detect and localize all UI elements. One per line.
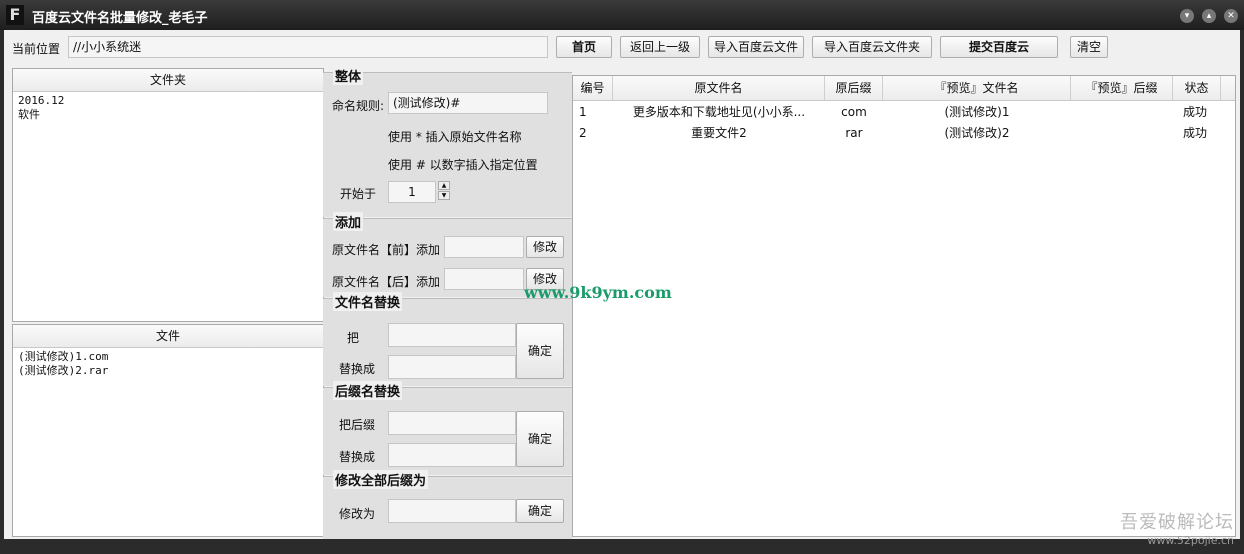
import-file-button[interactable]: 导入百度云文件 (708, 36, 804, 58)
submit-button[interactable]: 提交百度云 (940, 36, 1058, 58)
location-input[interactable]: //小小系统迷 (68, 36, 548, 58)
hint-number: 使用 # 以数字插入指定位置 (388, 158, 538, 172)
location-label: 当前位置 (12, 42, 61, 56)
col-status[interactable]: 状态 (1173, 76, 1221, 100)
ext-replace-title: 后缀名替换 (333, 381, 403, 400)
cell-index: 2 (579, 126, 587, 140)
ext-all-confirm-button[interactable]: 确定 (516, 499, 564, 523)
cell-original-name: 重要文件2 (691, 126, 747, 140)
prefix-add-input[interactable] (444, 236, 524, 258)
minimize-icon[interactable]: ▾ (1180, 9, 1194, 23)
cell-preview-ext (1071, 102, 1173, 123)
naming-rule-input[interactable]: (测试修改)# (388, 92, 548, 114)
suffix-add-label: 原文件名【后】添加 (332, 275, 441, 289)
prefix-add-label: 原文件名【前】添加 (332, 243, 441, 257)
folder-item[interactable]: 2016.12 (18, 94, 318, 108)
col-original-name[interactable]: 原文件名 (613, 76, 825, 100)
ext-all-title: 修改全部后缀为 (333, 470, 429, 489)
cell-preview-name: (测试修改)1 (944, 105, 1010, 119)
replace-to-label: 替换成 (339, 362, 376, 376)
corner-logo: 吾爱破解论坛 www.52pojie.cn (1120, 508, 1234, 547)
start-at-input[interactable]: 1 (388, 181, 436, 203)
ext-all-label: 修改为 (339, 507, 376, 521)
overall-group-title: 整体 (333, 66, 364, 85)
overall-group: 整体 命名规则: (测试修改)# 使用 * 插入原始文件名称 使用 # 以数字插… (323, 66, 572, 217)
file-panel: 文件 (测试修改)1.com (测试修改)2.rar (12, 324, 324, 537)
window-title: 百度云文件名批量修改_老毛子 (32, 11, 208, 26)
cell-status: 成功 (1183, 126, 1208, 140)
folder-panel: 文件夹 2016.12 软件 (12, 68, 324, 322)
spin-up-icon[interactable]: ▲ (438, 181, 450, 190)
replace-from-input[interactable] (388, 323, 516, 347)
ext-confirm-button[interactable]: 确定 (516, 411, 564, 467)
maximize-icon[interactable]: ▴ (1202, 9, 1216, 23)
start-at-label: 开始于 (340, 187, 377, 201)
folder-panel-header: 文件夹 (13, 69, 323, 92)
table-row[interactable]: 2 重要文件2 rar (测试修改)2 成功 (573, 123, 1235, 144)
add-group-title: 添加 (333, 212, 364, 231)
ext-to-label: 替换成 (339, 450, 376, 464)
import-folder-button[interactable]: 导入百度云文件夹 (812, 36, 932, 58)
ext-to-input[interactable] (388, 443, 516, 467)
ext-from-input[interactable] (388, 411, 516, 435)
naming-rule-label: 命名规则: (332, 99, 385, 113)
cell-original-ext: rar (845, 126, 863, 140)
corner-logo-title: 吾爱破解论坛 (1120, 512, 1234, 533)
close-icon[interactable]: ✕ (1224, 9, 1238, 23)
corner-logo-url: www.52pojie.cn (1147, 534, 1234, 547)
hint-wildcard: 使用 * 插入原始文件名称 (388, 130, 522, 144)
file-item[interactable]: (测试修改)1.com (18, 350, 318, 364)
file-item[interactable]: (测试修改)2.rar (18, 364, 318, 378)
cell-preview-name: (测试修改)2 (944, 126, 1010, 140)
table-header: 编号 原文件名 原后缀 『预览』文件名 『预览』后缀 状态 (573, 76, 1235, 101)
col-index[interactable]: 编号 (573, 76, 613, 100)
cell-original-ext: com (841, 105, 867, 119)
ext-all-group: 修改全部后缀为 修改为 确定 (323, 470, 572, 539)
title-bar: F 百度云文件名批量修改_老毛子 ▾ ▴ ✕ (0, 0, 1244, 30)
replace-confirm-button[interactable]: 确定 (516, 323, 564, 379)
filename-replace-title: 文件名替换 (333, 292, 403, 311)
file-panel-header: 文件 (13, 325, 323, 348)
col-preview-ext[interactable]: 『预览』后缀 (1071, 76, 1173, 100)
back-button[interactable]: 返回上一级 (620, 36, 700, 58)
cell-original-name: 更多版本和下载地址见(小小系... (632, 105, 806, 119)
cell-index: 1 (579, 105, 587, 119)
ext-all-input[interactable] (388, 499, 516, 523)
folder-item[interactable]: 软件 (18, 108, 318, 122)
cell-preview-ext (1071, 123, 1173, 144)
home-button[interactable]: 首页 (556, 36, 612, 58)
col-original-ext[interactable]: 原后缀 (825, 76, 883, 100)
prefix-modify-button[interactable]: 修改 (526, 236, 564, 258)
replace-from-label: 把 (347, 331, 360, 345)
filename-replace-group: 文件名替换 把 替换成 确定 (323, 292, 572, 386)
app-icon: F (6, 5, 24, 25)
cell-status: 成功 (1183, 105, 1208, 119)
suffix-add-input[interactable] (444, 268, 524, 290)
table-row[interactable]: 1 更多版本和下载地址见(小小系... com (测试修改)1 成功 (573, 102, 1235, 123)
watermark: www.9k9ym.com (524, 283, 672, 302)
file-table: 编号 原文件名 原后缀 『预览』文件名 『预览』后缀 状态 1 更多版本和下载地… (572, 75, 1236, 537)
ext-from-label: 把后缀 (339, 418, 376, 432)
col-preview-name[interactable]: 『预览』文件名 (883, 76, 1071, 100)
ext-replace-group: 后缀名替换 把后缀 替换成 确定 (323, 381, 572, 475)
clear-button[interactable]: 清空 (1070, 36, 1108, 58)
replace-to-input[interactable] (388, 355, 516, 379)
spin-down-icon[interactable]: ▼ (438, 191, 450, 200)
